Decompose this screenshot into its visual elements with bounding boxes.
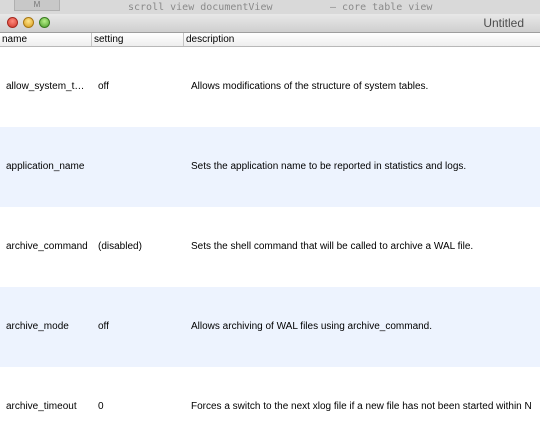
table-row[interactable]: archive_timeout 0 Forces a switch to the…: [0, 367, 540, 447]
table-row[interactable]: archive_command (disabled) Sets the shel…: [0, 207, 540, 287]
column-header-name[interactable]: name: [0, 33, 92, 46]
cell-name: archive_command: [6, 241, 88, 252]
background-tab: M: [14, 0, 60, 11]
background-window: M scroll view documentView — core table …: [0, 0, 540, 14]
cell-name: archive_timeout: [6, 401, 77, 412]
cell-description: Forces a switch to the next xlog file if…: [191, 401, 532, 412]
close-button[interactable]: [7, 17, 18, 28]
table-row[interactable]: application_name Sets the application na…: [0, 127, 540, 207]
cell-setting: off: [98, 321, 109, 332]
table-row[interactable]: archive_mode off Allows archiving of WAL…: [0, 287, 540, 367]
cell-setting: off: [98, 81, 109, 92]
cell-name: application_name: [6, 161, 85, 172]
table-header: name setting description: [0, 33, 540, 47]
column-header-description[interactable]: description: [184, 33, 540, 46]
cell-name: archive_mode: [6, 321, 69, 332]
cell-description: Allows modifications of the structure of…: [191, 81, 429, 92]
zoom-button[interactable]: [39, 17, 50, 28]
column-header-setting[interactable]: setting: [92, 33, 184, 46]
cell-setting: (disabled): [98, 241, 142, 252]
cell-setting: 0: [98, 401, 104, 412]
window-titlebar[interactable]: Untitled: [0, 14, 540, 33]
minimize-button[interactable]: [23, 17, 34, 28]
background-code-left: scroll view documentView: [128, 2, 273, 13]
cell-description: Allows archiving of WAL files using arch…: [191, 321, 433, 332]
background-code-right: — core table view: [330, 2, 433, 13]
background-code-right-text: core table view: [342, 2, 433, 13]
cell-description: Sets the application name to be reported…: [191, 161, 467, 172]
cell-description: Sets the shell command that will be call…: [191, 241, 474, 252]
window-title: Untitled: [483, 16, 524, 30]
table-row[interactable]: allow_system_t… off Allows modifications…: [0, 47, 540, 127]
cell-name: allow_system_t…: [6, 81, 85, 92]
